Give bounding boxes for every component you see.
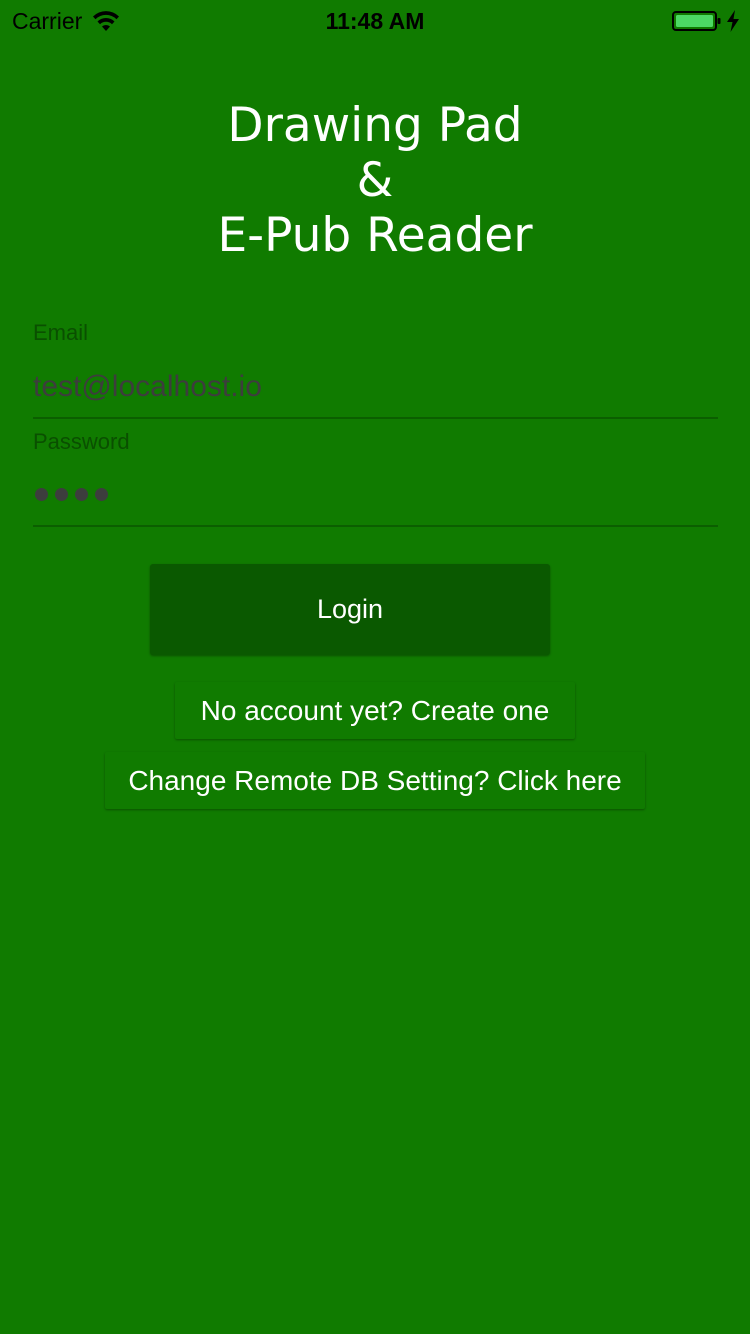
password-dot: [55, 488, 68, 501]
status-bar: Carrier 11:48 AM: [0, 0, 750, 40]
battery-group: [672, 10, 740, 32]
password-dot: [95, 488, 108, 501]
password-dot: [35, 488, 48, 501]
email-underline: [33, 417, 718, 419]
remote-db-settings-label: Change Remote DB Setting? Click here: [128, 764, 622, 796]
email-field[interactable]: test@localhost.io: [33, 370, 262, 404]
battery-icon: [672, 11, 721, 31]
title-line-2: &: [356, 153, 394, 208]
bolt-icon: [727, 10, 739, 32]
login-button-label: Login: [316, 594, 384, 624]
title-line-3: E-Pub Reader: [217, 208, 533, 263]
password-underline: [33, 525, 718, 527]
create-account-label: No account yet? Create one: [200, 694, 550, 726]
app-title: Drawing Pad & E-Pub Reader: [0, 98, 750, 263]
password-field[interactable]: [35, 488, 108, 501]
status-time: 11:48 AM: [325, 8, 425, 34]
password-dot: [75, 488, 88, 501]
login-button[interactable]: Login: [150, 564, 550, 655]
title-line-1: Drawing Pad: [227, 98, 523, 153]
remote-db-settings-button[interactable]: Change Remote DB Setting? Click here: [105, 752, 645, 809]
email-label: Email: [33, 320, 89, 345]
create-account-button[interactable]: No account yet? Create one: [175, 682, 575, 739]
password-label: Password: [33, 429, 130, 454]
